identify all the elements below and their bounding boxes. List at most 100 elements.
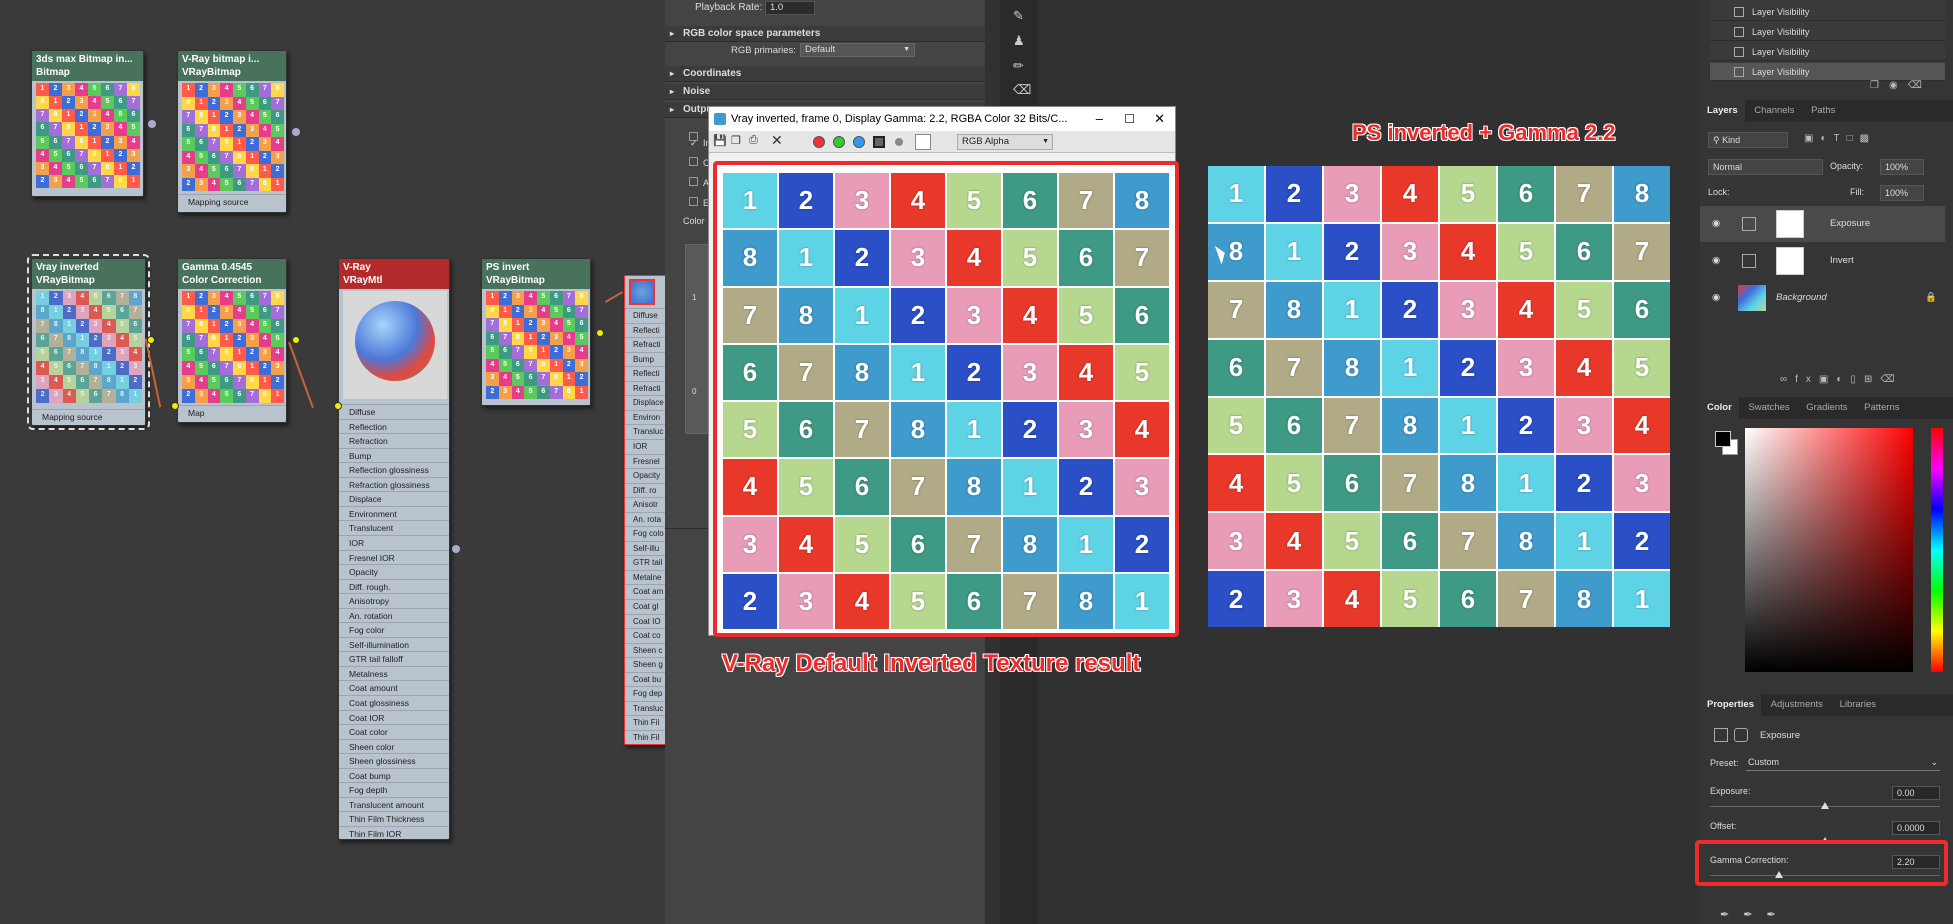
exposure-input[interactable]: 0.00 [1892, 786, 1940, 800]
material-slot[interactable]: Self-illumination [339, 636, 449, 651]
adjustment-filter-icon[interactable]: ◐ [1820, 133, 1833, 144]
material-slot[interactable]: Anisotr [625, 497, 668, 511]
material-slot[interactable]: Fresnel IOR [339, 549, 449, 564]
material-slot[interactable]: Displace [625, 395, 668, 409]
rollout-coordinates[interactable]: Coordinates [665, 66, 985, 82]
copy-icon[interactable]: ❐ [731, 134, 741, 147]
mask-icon[interactable]: ▣ [1819, 374, 1836, 385]
material-slot[interactable]: Translucent [339, 520, 449, 534]
material-slot[interactable]: Thin Film Thickness [339, 811, 449, 825]
opacity-input[interactable]: 100% [1880, 159, 1924, 175]
material-slot[interactable]: Diff. ro [625, 482, 668, 497]
material-slot[interactable]: Coat amount [339, 680, 449, 694]
material-slot[interactable]: Reflection glossiness [339, 462, 449, 476]
material-slot[interactable]: Bump [625, 351, 668, 366]
rollout-noise[interactable]: Noise [665, 84, 985, 100]
blue-channel-button[interactable] [853, 136, 865, 148]
tab-paths[interactable]: Paths [1804, 100, 1842, 122]
node-vray-bitmap[interactable]: V-Ray bitmap i... VRayBitmap 12345678812… [177, 50, 287, 213]
history-brush-icon[interactable]: ✏ [1013, 58, 1024, 74]
background-color-swatch[interactable] [915, 134, 931, 150]
eraser-icon[interactable]: ⌫ [1013, 82, 1031, 98]
brush-icon[interactable]: ✎ [1013, 8, 1024, 24]
output-socket[interactable] [292, 336, 300, 344]
print-icon[interactable]: ⎙ [749, 134, 758, 147]
material-slot[interactable]: Diffuse [339, 404, 449, 418]
history-item[interactable]: Layer Visibility [1710, 23, 1945, 41]
checkbox[interactable]: ✓ [689, 132, 698, 148]
material-slot[interactable]: Sheen glossiness [339, 753, 449, 767]
camera-icon[interactable]: ◉ [1889, 80, 1908, 91]
material-slot[interactable]: Coat IO [625, 613, 668, 628]
material-slot[interactable]: Coat gl [625, 599, 668, 613]
material-slot[interactable]: Fog depth [339, 782, 449, 796]
tab-properties[interactable]: Properties [1700, 694, 1761, 716]
node-ps-invert[interactable]: PS invert VRayBitmap 1234567881234567781… [481, 258, 591, 406]
material-slot[interactable]: Displace [339, 491, 449, 505]
eye-icon[interactable]: ◉ [1712, 280, 1720, 316]
material-slot[interactable]: GTR tail [625, 555, 668, 569]
color-picker-field[interactable] [1745, 428, 1913, 672]
material-slot[interactable]: IOR [339, 534, 449, 549]
tab-swatches[interactable]: Swatches [1741, 397, 1796, 419]
gamma-slider-thumb[interactable] [1775, 871, 1783, 878]
slate-node-editor[interactable]: 3ds max Bitmap in... Bitmap 123456788123… [0, 0, 669, 924]
material-slot[interactable]: Reflection [339, 418, 449, 433]
node-vraymtl[interactable]: V-Ray VRayMtl Diffuse Reflection Refractio… [338, 258, 450, 840]
offset-input[interactable]: 0.0000 [1892, 821, 1940, 835]
slot-mapping-source[interactable]: Mapping source [32, 409, 145, 423]
material-slot[interactable]: Thin Film IOR [339, 825, 449, 840]
save-icon[interactable]: 💾 [713, 134, 727, 147]
gamma-slider[interactable] [1710, 875, 1940, 876]
material-slot[interactable]: Coat bu [625, 671, 668, 686]
material-slot[interactable]: Refracti [625, 380, 668, 395]
history-item[interactable]: Layer Visibility [1710, 63, 1945, 81]
material-slot[interactable]: Metalness [339, 665, 449, 680]
material-slot[interactable]: Thin Fil [625, 715, 668, 729]
material-slot[interactable]: Coat bump [339, 767, 449, 782]
tab-gradients[interactable]: Gradients [1799, 397, 1854, 419]
playback-rate-spinner[interactable]: 1.0 [765, 1, 815, 15]
material-slot[interactable]: Opacity [339, 564, 449, 578]
tab-adjustments[interactable]: Adjustments [1764, 694, 1830, 716]
material-slot[interactable]: Diffuse [625, 308, 668, 322]
material-slot[interactable]: Coat color [339, 724, 449, 738]
checkbox[interactable] [689, 157, 698, 166]
material-slot[interactable]: Sheen g [625, 657, 668, 671]
tab-channels[interactable]: Channels [1747, 100, 1801, 122]
channel-dropdown[interactable]: RGB Alpha ▼ [957, 134, 1053, 150]
material-slot[interactable]: Opacity [625, 468, 668, 482]
material-slot[interactable]: GTR tail falloff [339, 651, 449, 665]
material-slot[interactable]: Transluc [625, 700, 668, 715]
eye-icon[interactable]: ◉ [1712, 243, 1720, 279]
mono-channel-button[interactable] [895, 138, 903, 146]
trash-icon[interactable]: ⌫ [1908, 80, 1932, 91]
material-slot[interactable]: Reflecti [625, 366, 668, 380]
material-slot[interactable]: Thin Fil [625, 729, 668, 744]
material-slot[interactable]: Anisotropy [339, 593, 449, 607]
adjustment-layer-icon[interactable]: ◐ [1836, 374, 1850, 385]
tab-libraries[interactable]: Libraries [1833, 694, 1883, 716]
checkbox[interactable] [689, 197, 698, 206]
output-socket[interactable] [596, 329, 604, 337]
layer-invert[interactable]: ◉ Invert [1700, 243, 1945, 279]
clear-icon[interactable]: ✕ [771, 132, 783, 149]
link-icon[interactable]: ∞ [1780, 374, 1795, 385]
material-slot[interactable]: Fog colo [625, 526, 668, 540]
material-slot[interactable]: Fog dep [625, 686, 668, 700]
fx-icon[interactable]: fx [1795, 374, 1819, 385]
tab-layers[interactable]: Layers [1700, 100, 1745, 122]
material-slot[interactable]: Self-illu [625, 540, 668, 555]
material-slot[interactable]: Bump [339, 447, 449, 462]
eye-icon[interactable]: ◉ [1712, 206, 1720, 242]
hue-slider[interactable] [1931, 428, 1943, 672]
material-slot[interactable]: Transluc [625, 424, 668, 438]
material-slot[interactable]: Reflecti [625, 322, 668, 337]
vfb-title-bar[interactable]: Vray inverted, frame 0, Display Gamma: 2… [709, 107, 1175, 131]
material-slot[interactable]: Environment [339, 505, 449, 520]
rgb-primaries-dropdown[interactable]: Default ▼ [800, 43, 915, 57]
exposure-slider-thumb[interactable] [1821, 802, 1829, 809]
trash-icon[interactable]: ⌫ [1880, 374, 1902, 385]
output-socket[interactable] [292, 128, 300, 136]
output-socket[interactable] [452, 545, 460, 553]
